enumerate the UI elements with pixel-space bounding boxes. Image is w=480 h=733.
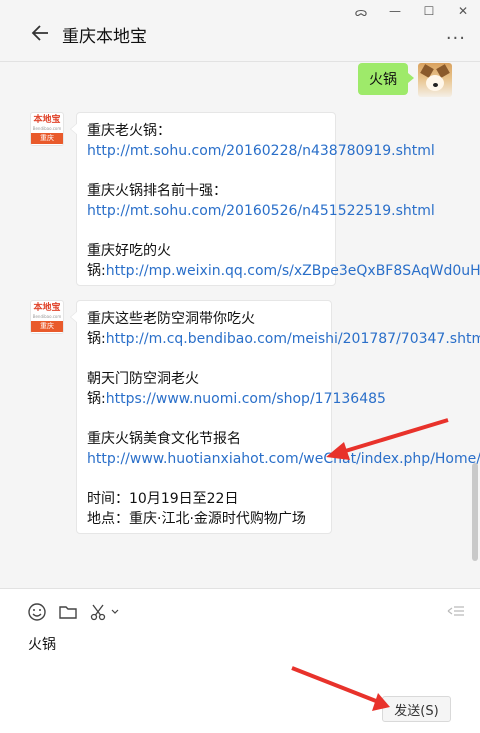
history-icon[interactable] bbox=[446, 603, 466, 619]
close-button[interactable]: ✕ bbox=[446, 0, 480, 22]
folder-icon[interactable] bbox=[57, 601, 79, 623]
bot-message-row: 本地宝 Bendibao.com 重庆 重庆这些老防空洞带你吃火锅:http:/… bbox=[30, 300, 480, 534]
message-paragraph: 重庆这些老防空洞带你吃火锅:http://m.cq.bendibao.com/m… bbox=[87, 309, 480, 349]
message-link[interactable]: http://mt.sohu.com/20160526/n451522519.s… bbox=[87, 203, 435, 219]
pin-button[interactable]: ᯅ bbox=[344, 0, 378, 22]
scissors-icon[interactable] bbox=[88, 601, 110, 623]
back-arrow-icon[interactable] bbox=[30, 22, 52, 44]
bendibao-avatar[interactable]: 本地宝 Bendibao.com 重庆 bbox=[30, 300, 64, 334]
chevron-down-icon[interactable] bbox=[111, 608, 119, 616]
send-button[interactable]: 发送(S) bbox=[382, 696, 451, 722]
bendibao-avatar[interactable]: 本地宝 Bendibao.com 重庆 bbox=[30, 112, 64, 146]
input-area: 火锅 发送(S) bbox=[0, 588, 480, 733]
event-place: 地点：重庆·江北·金源时代购物广场 bbox=[87, 511, 306, 527]
wechat-window: 重庆本地宝 ··· ᯅ — ☐ ✕ 火锅 本地宝 Bendibao.com 重庆… bbox=[0, 0, 480, 733]
minimize-button[interactable]: — bbox=[378, 0, 412, 22]
message-link[interactable]: http://m.cq.bendibao.com/meishi/201787/7… bbox=[106, 331, 480, 347]
bot-message-bubble: 重庆老火锅：http://mt.sohu.com/20160228/n43878… bbox=[70, 112, 480, 286]
message-input[interactable]: 火锅 bbox=[28, 634, 56, 654]
message-list[interactable]: 火锅 本地宝 Bendibao.com 重庆 重庆老火锅：http://mt.s… bbox=[0, 63, 480, 588]
message-paragraph: 重庆火锅排名前十强：http://mt.sohu.com/20160526/n4… bbox=[87, 183, 435, 219]
emoji-icon[interactable] bbox=[26, 601, 48, 623]
maximize-button[interactable]: ☐ bbox=[412, 0, 446, 22]
message-paragraph: 重庆火锅美食文化节报名http://www.huotianxiahot.com/… bbox=[87, 429, 480, 469]
scrollbar[interactable] bbox=[472, 463, 478, 561]
my-message-row: 火锅 bbox=[358, 63, 452, 97]
bot-message-bubble: 重庆这些老防空洞带你吃火锅:http://m.cq.bendibao.com/m… bbox=[70, 300, 480, 534]
message-link[interactable]: http://www.huotianxiahot.com/weChat/inde… bbox=[87, 451, 480, 467]
my-message-bubble[interactable]: 火锅 bbox=[358, 63, 414, 95]
message-link[interactable]: https://www.nuomi.com/shop/17136485 bbox=[106, 391, 386, 407]
bot-message-row: 本地宝 Bendibao.com 重庆 重庆老火锅：http://mt.sohu… bbox=[30, 112, 480, 286]
message-link[interactable]: http://mp.weixin.qq.com/s/xZBpe3eQxBF8SA… bbox=[106, 263, 480, 279]
chat-title: 重庆本地宝 bbox=[62, 27, 147, 47]
message-paragraph: 重庆老火锅：http://mt.sohu.com/20160228/n43878… bbox=[87, 123, 435, 159]
input-toolbar bbox=[26, 601, 119, 623]
message-paragraph: 重庆好吃的火锅:http://mp.weixin.qq.com/s/xZBpe3… bbox=[87, 241, 480, 281]
event-time: 时间：10月19日至22日 bbox=[87, 491, 239, 507]
window-controls: ᯅ — ☐ ✕ bbox=[344, 0, 480, 22]
message-link[interactable]: http://mt.sohu.com/20160228/n438780919.s… bbox=[87, 143, 435, 159]
my-avatar[interactable] bbox=[418, 63, 452, 97]
more-icon[interactable]: ··· bbox=[446, 28, 466, 49]
message-paragraph: 朝天门防空洞老火锅:https://www.nuomi.com/shop/171… bbox=[87, 371, 386, 407]
